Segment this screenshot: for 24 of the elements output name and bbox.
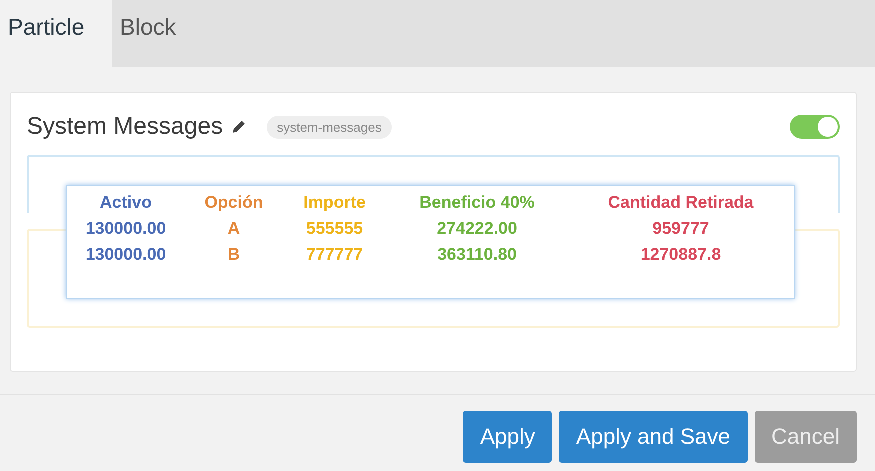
tab[interactable]: Block xyxy=(112,0,198,67)
column-header: Activo xyxy=(99,192,153,214)
apply-button[interactable]: Apply and Save xyxy=(559,411,748,463)
table-cell-text: 777777 xyxy=(305,244,364,266)
apply-button[interactable]: Apply xyxy=(463,411,552,463)
table-cell-text: A xyxy=(226,218,242,240)
column-header: Beneficio 40% xyxy=(418,192,536,214)
table-cell-text: 130000.00 xyxy=(84,218,168,240)
toggle-switch[interactable] xyxy=(790,115,840,139)
tab[interactable]: Particle xyxy=(0,0,112,67)
column-header: Opción xyxy=(204,192,264,214)
table-cell-text: 1270887.8 xyxy=(640,244,722,266)
table-cell-text: 363110.80 xyxy=(436,244,518,266)
pencil-icon[interactable] xyxy=(231,119,248,135)
column-header: Importe xyxy=(302,192,367,214)
table-cell-text: 959777 xyxy=(652,218,710,240)
table-cell-text: 130000.00 xyxy=(84,244,168,266)
table-cell-text: B xyxy=(226,244,242,266)
table-cell-text: 555555 xyxy=(305,218,364,240)
tag-label: system-messages xyxy=(267,116,392,138)
cancel-button[interactable]: Cancel xyxy=(754,411,857,463)
panel-title: System Messages xyxy=(27,113,224,141)
table-cell-text: 274222.00 xyxy=(436,218,518,240)
column-header: Cantidad Retirada xyxy=(607,192,755,214)
